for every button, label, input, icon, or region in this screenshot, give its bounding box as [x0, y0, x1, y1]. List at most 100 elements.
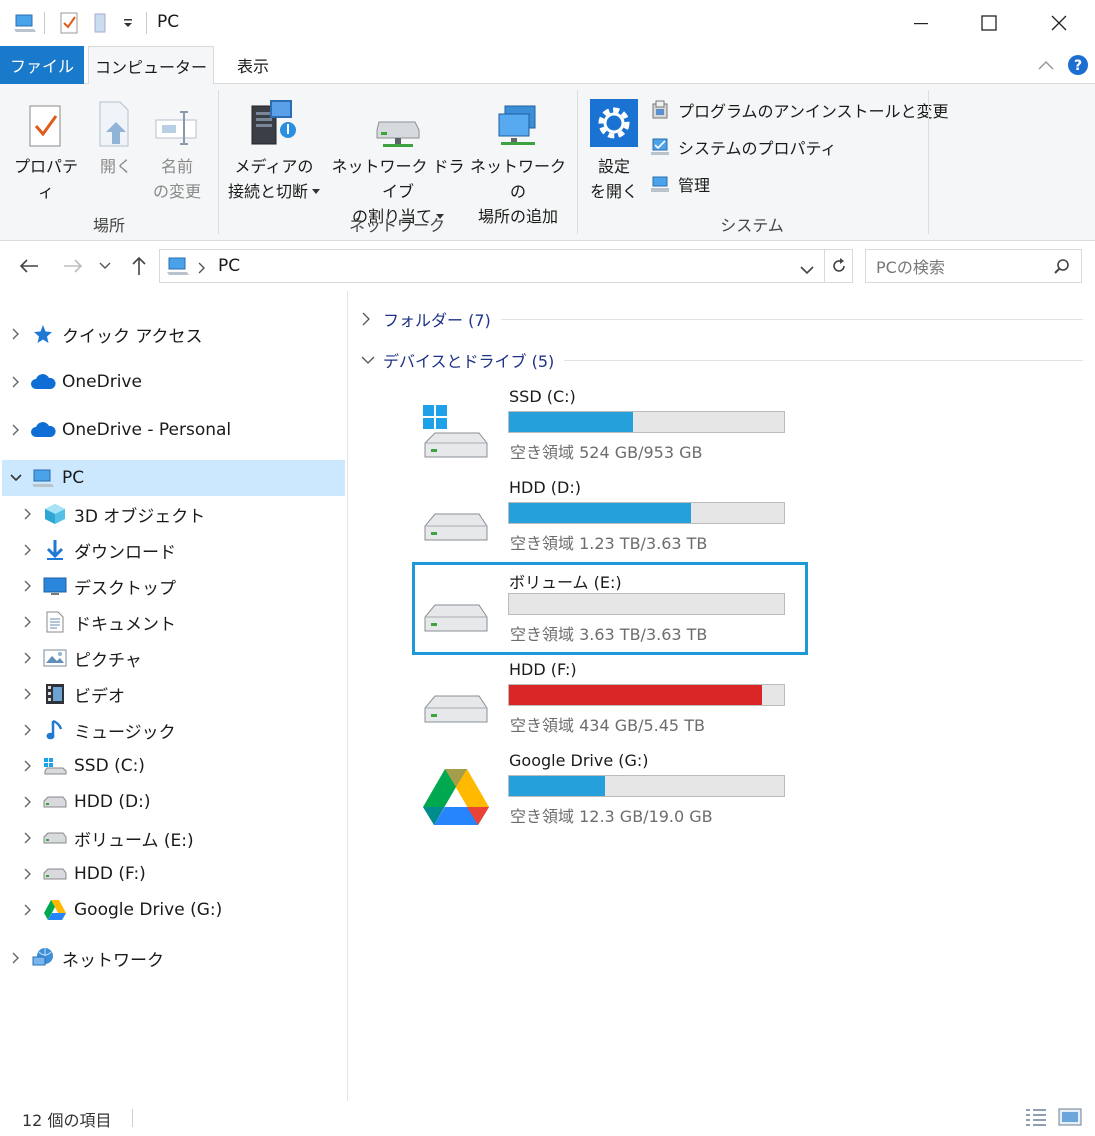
drive-usage-bar	[508, 502, 785, 524]
music-icon	[42, 717, 68, 743]
collapse-chevron-icon[interactable]	[2, 474, 30, 482]
drive-tile[interactable]: SSD (C:) 空き領域 524 GB/953 GB	[411, 385, 808, 475]
nav-pc-child[interactable]: ミュージック	[14, 712, 345, 748]
nav-pc-child[interactable]: ピクチャ	[14, 640, 345, 676]
new-folder-quick-icon[interactable]	[88, 10, 114, 36]
nav-pc-child[interactable]: 3D オブジェクト	[14, 496, 345, 532]
expand-chevron-icon[interactable]	[2, 952, 30, 964]
expand-chevron-icon[interactable]	[14, 868, 42, 880]
rename-button[interactable]: 名前 の変更	[146, 88, 208, 204]
expand-chevron-icon[interactable]	[2, 376, 30, 388]
breadcrumb-pc[interactable]: PC	[218, 256, 240, 276]
drive-tile[interactable]: HDD (F:) 空き領域 434 GB/5.45 TB	[411, 658, 808, 748]
manage-icon	[651, 176, 669, 192]
search-icon[interactable]	[1053, 258, 1071, 280]
nav-pc-child[interactable]: ボリューム (E:)	[14, 820, 345, 856]
nav-pc-child[interactable]: ダウンロード	[14, 532, 345, 568]
manage-button[interactable]: 管理	[650, 172, 710, 196]
properties-button[interactable]: プロパティ	[8, 88, 84, 204]
breadcrumb-chevron-icon[interactable]	[198, 259, 206, 278]
large-icons-view-icon[interactable]	[1058, 1107, 1082, 1131]
tab-view[interactable]: 表示	[214, 46, 292, 84]
help-icon[interactable]: ?	[1064, 46, 1092, 84]
navigation-pane: クイック アクセス OneDrive OneDrive - Personal P…	[0, 291, 348, 1101]
refresh-icon[interactable]	[830, 257, 848, 279]
nav-network[interactable]: ネットワーク	[2, 940, 345, 976]
minimize-button[interactable]	[886, 0, 956, 46]
expand-chevron-icon[interactable]	[14, 616, 42, 628]
expand-chevron-icon[interactable]	[14, 904, 42, 916]
tab-computer[interactable]: コンピューター	[88, 46, 214, 85]
open-button[interactable]: 開く	[88, 88, 144, 179]
drive-usage-fill	[509, 776, 606, 796]
nav-pc-child[interactable]: HDD (F:)	[14, 856, 345, 892]
separator	[824, 250, 825, 282]
expand-chevron-icon[interactable]	[14, 760, 42, 772]
maximize-button[interactable]	[954, 0, 1024, 46]
drive-tile[interactable]: HDD (D:) 空き領域 1.23 TB/3.63 TB	[411, 476, 808, 566]
star-icon	[30, 321, 56, 347]
expand-chevron-icon[interactable]	[14, 832, 42, 844]
expand-chevron-icon[interactable]	[14, 688, 42, 700]
nav-pc-child[interactable]: Google Drive (G:)	[14, 892, 345, 928]
ribbon: プロパティ 開く 名前 の変更 場所 メディアの 接続と切断 ネットワーク ドラ…	[0, 84, 1095, 241]
properties-quick-icon[interactable]	[56, 10, 82, 36]
nav-label: 3D オブジェクト	[74, 506, 206, 527]
nav-pc-child[interactable]: HDD (D:)	[14, 784, 345, 820]
item-count: 12 個の項目	[22, 1111, 112, 1130]
drive-usage-bar	[508, 411, 785, 433]
uninstall-icon	[652, 100, 668, 119]
nav-pc-child[interactable]: ビデオ	[14, 676, 345, 712]
search-box[interactable]: PCの検索	[865, 249, 1082, 283]
forward-button[interactable]	[58, 251, 88, 281]
expand-chevron-icon[interactable]	[14, 508, 42, 520]
open-settings-button[interactable]: 設定 を開く	[584, 88, 644, 204]
open-icon	[96, 88, 136, 154]
expand-chevron-icon[interactable]	[14, 580, 42, 592]
open-label: 開く	[99, 157, 132, 176]
address-dropdown-icon[interactable]	[800, 260, 814, 279]
media-server-icon	[248, 88, 300, 154]
folders-section-header[interactable]: フォルダー (7)	[361, 307, 1083, 331]
system-properties-button[interactable]: システムのプロパティ	[650, 135, 837, 159]
expand-chevron-icon[interactable]	[14, 544, 42, 556]
close-button[interactable]	[1024, 0, 1094, 46]
drive-name: HDD (F:)	[509, 660, 577, 679]
uninstall-program-button[interactable]: プログラムのアンインストールと変更	[650, 98, 949, 122]
add-network-location-button[interactable]: ネットワークの 場所の追加	[468, 88, 568, 229]
nav-label: ネットワーク	[62, 950, 164, 971]
network-icon	[30, 945, 56, 971]
nav-pc[interactable]: PC	[2, 460, 345, 496]
svg-text:?: ?	[1074, 58, 1082, 74]
recent-locations-button[interactable]	[94, 251, 116, 281]
nav-onedrive-personal[interactable]: OneDrive - Personal	[2, 412, 345, 448]
devices-section-header[interactable]: デバイスとドライブ (5)	[361, 348, 1083, 372]
expand-chevron-icon[interactable]	[14, 796, 42, 808]
expand-chevron-icon[interactable]	[2, 328, 30, 340]
customize-quick-access-icon[interactable]	[118, 10, 138, 36]
expand-chevron-icon[interactable]	[2, 424, 30, 436]
nav-quick-access[interactable]: クイック アクセス	[2, 316, 345, 352]
collapse-chevron-icon[interactable]	[361, 355, 375, 365]
back-button[interactable]	[14, 251, 44, 281]
map-network-drive-button[interactable]: ネットワーク ドライブ の割り当て	[328, 88, 468, 229]
address-bar[interactable]: PC	[159, 249, 853, 283]
nav-label: HDD (F:)	[74, 864, 146, 884]
media-connect-button[interactable]: メディアの 接続と切断	[222, 88, 326, 204]
drive-usage-bar	[508, 684, 785, 706]
tab-file[interactable]: ファイル	[0, 46, 84, 84]
nav-onedrive[interactable]: OneDrive	[2, 364, 345, 400]
nav-pc-child[interactable]: ドキュメント	[14, 604, 345, 640]
status-bar: 12 個の項目	[0, 1101, 1095, 1136]
expand-chevron-icon[interactable]	[14, 724, 42, 736]
nav-pc-child[interactable]: デスクトップ	[14, 568, 345, 604]
up-button[interactable]	[124, 251, 154, 281]
drive-usage-fill	[509, 685, 762, 705]
nav-pc-child[interactable]: SSD (C:)	[14, 748, 345, 784]
expand-chevron-icon[interactable]	[14, 652, 42, 664]
collapse-ribbon-icon[interactable]	[1032, 46, 1060, 84]
drive-tile[interactable]: Google Drive (G:) 空き領域 12.3 GB/19.0 GB	[411, 749, 808, 839]
expand-chevron-icon[interactable]	[361, 312, 371, 326]
nav-label: OneDrive	[62, 372, 142, 392]
details-view-icon[interactable]	[1024, 1107, 1048, 1131]
